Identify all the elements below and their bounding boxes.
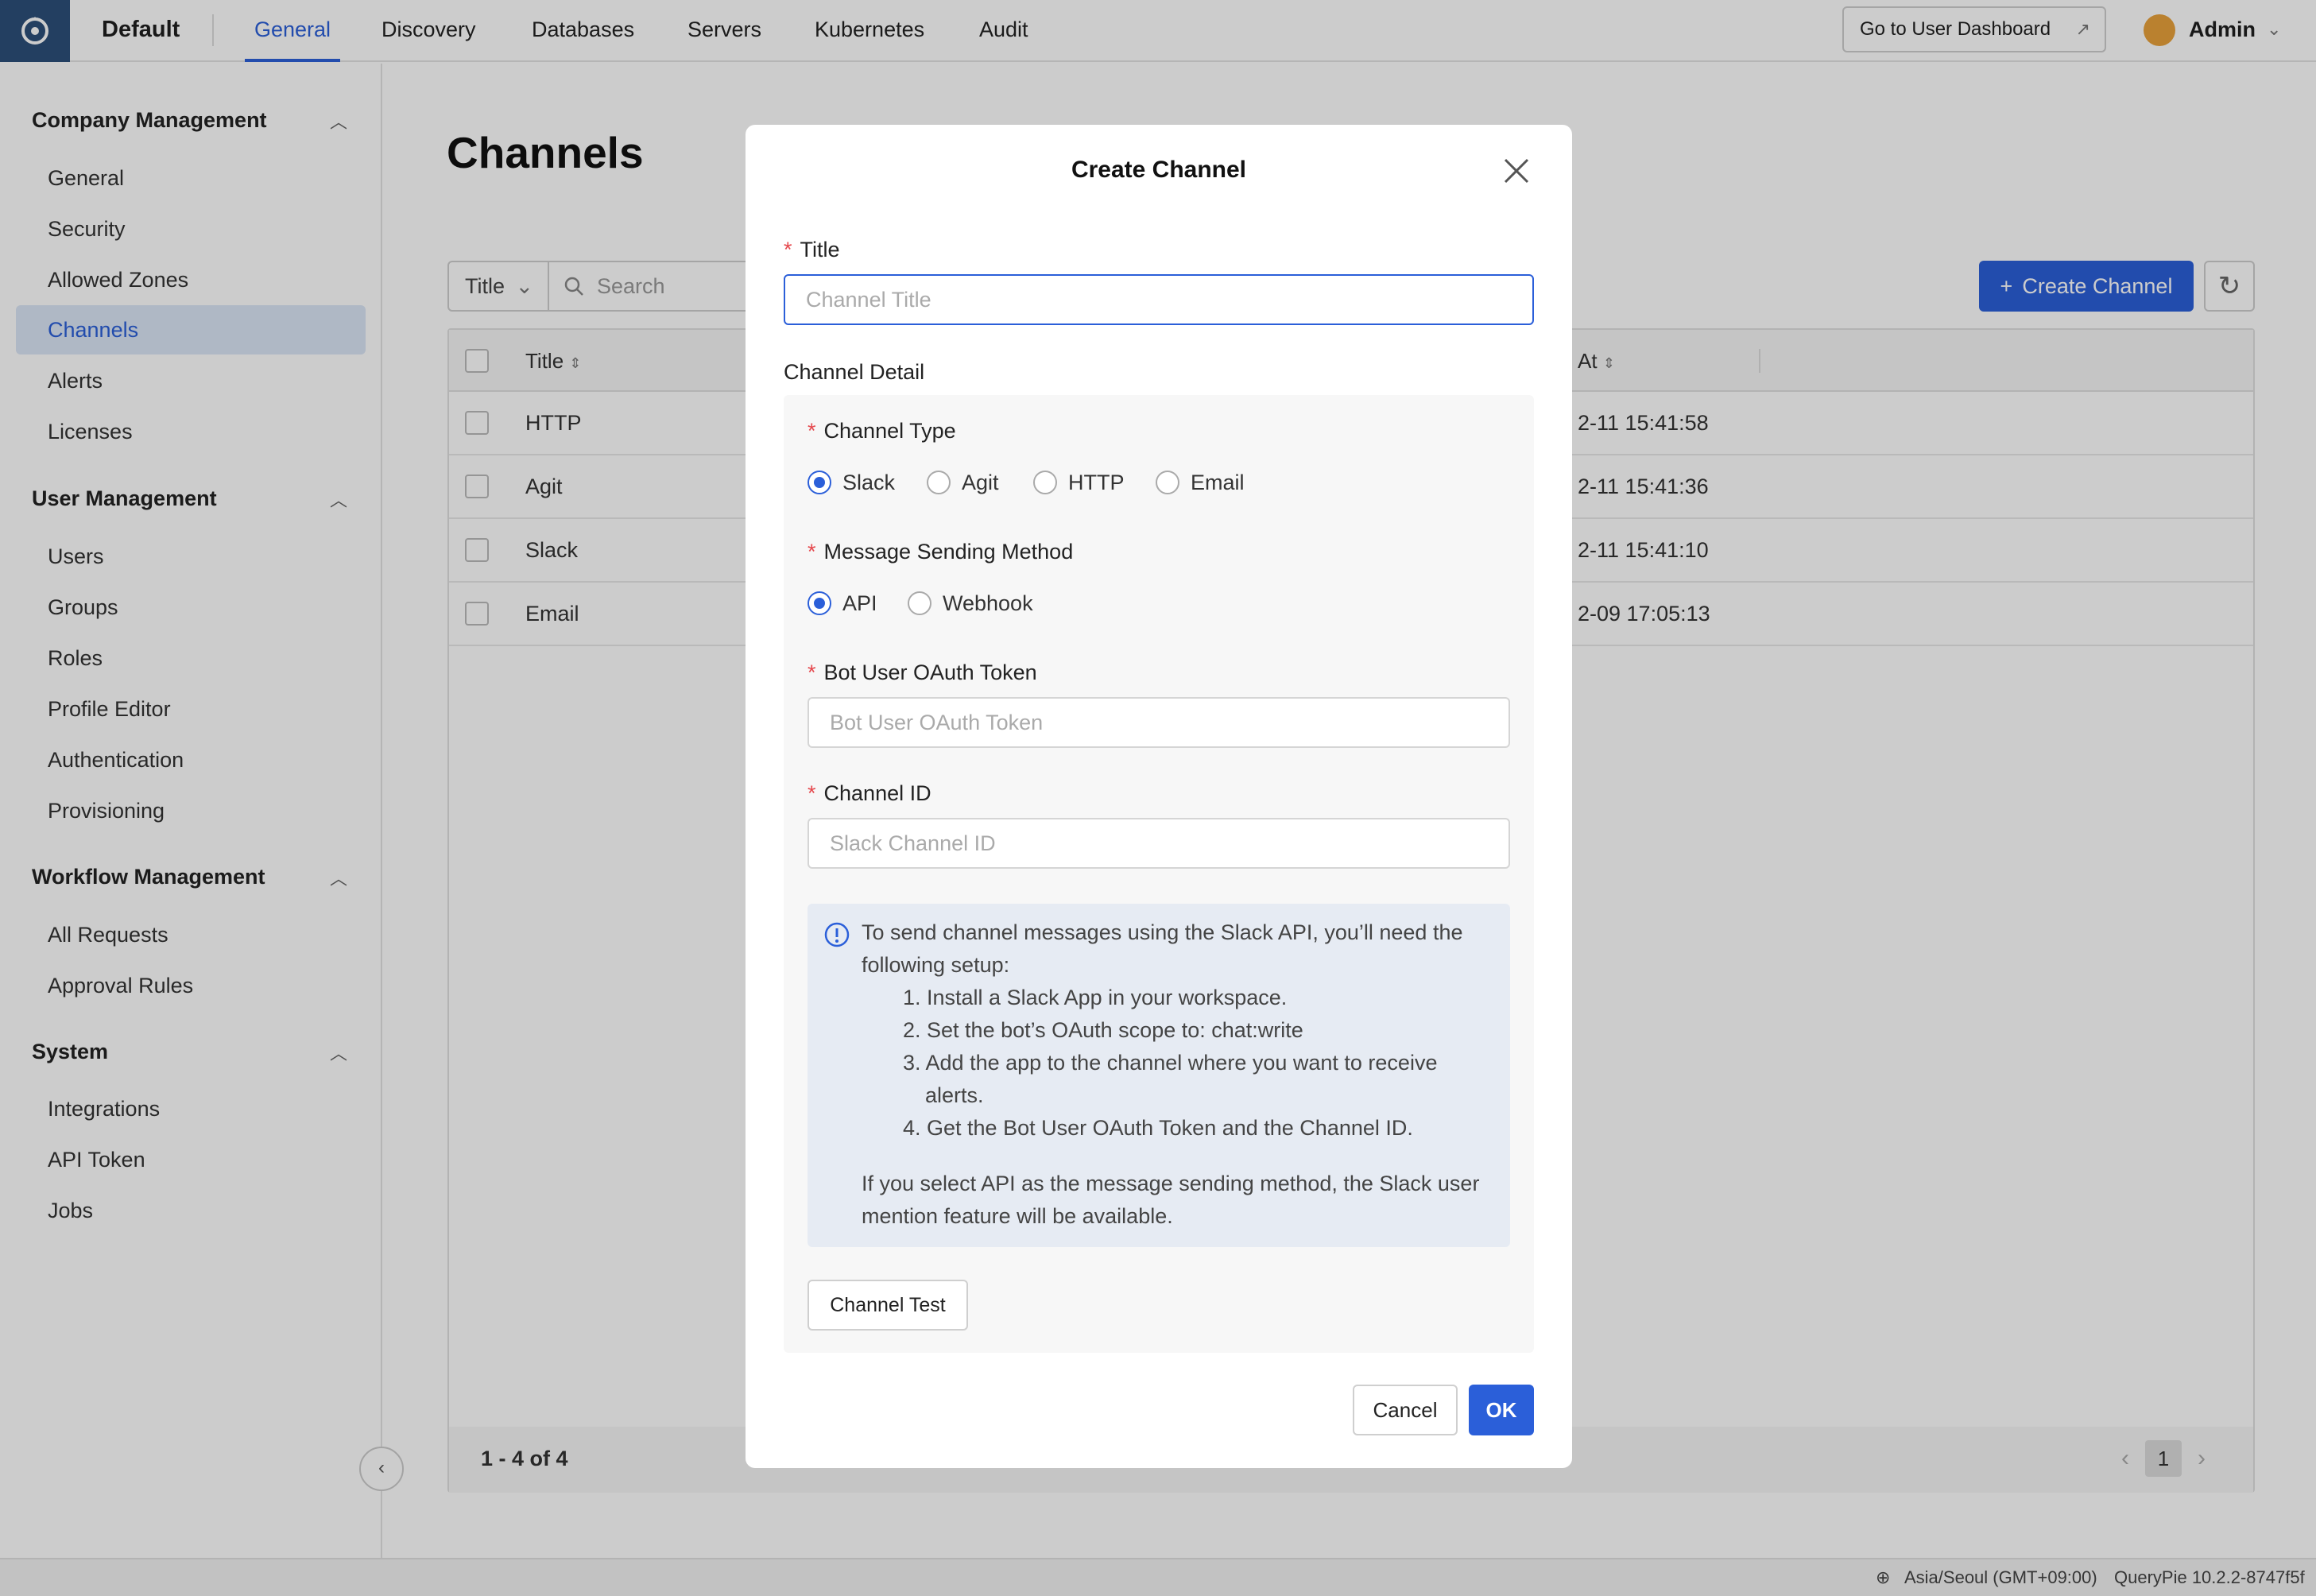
channel-type-radio-email[interactable]: Email	[1156, 467, 1245, 498]
create-channel-dialog: Create Channel *Title Channel Title Chan…	[746, 125, 1572, 1468]
channel-id-input[interactable]: Slack Channel ID	[808, 818, 1510, 869]
info-note-line-2: mention feature will be available.	[862, 1200, 1173, 1233]
bot-token-input[interactable]: Bot User OAuth Token	[808, 697, 1510, 748]
channel-type-radio-http[interactable]: HTTP	[1033, 467, 1125, 498]
radio-checked-icon	[808, 471, 831, 494]
info-icon	[823, 921, 850, 948]
channel-type-label: *Channel Type	[808, 419, 956, 444]
method-radio-webhook[interactable]: Webhook	[908, 587, 1033, 619]
channel-id-label: *Channel ID	[808, 781, 931, 806]
info-step-3: 3. Add the app to the channel where you …	[903, 1047, 1437, 1079]
bot-token-label: *Bot User OAuth Token	[808, 660, 1037, 685]
channel-title-input[interactable]: Channel Title	[784, 274, 1534, 325]
radio-icon	[908, 591, 931, 615]
message-sending-method-label: *Message Sending Method	[808, 540, 1073, 564]
radio-icon	[1033, 471, 1057, 494]
channel-type-radio-agit[interactable]: Agit	[927, 467, 999, 498]
cancel-button[interactable]: Cancel	[1353, 1385, 1458, 1435]
channel-test-button[interactable]: Channel Test	[808, 1280, 968, 1331]
info-intro-line-1: To send channel messages using the Slack…	[862, 916, 1462, 949]
info-step-4: 4. Get the Bot User OAuth Token and the …	[903, 1112, 1413, 1145]
info-step-3-cont: alerts.	[925, 1079, 984, 1112]
ok-button[interactable]: OK	[1469, 1385, 1534, 1435]
slack-setup-info-box: To send channel messages using the Slack…	[808, 904, 1510, 1247]
channel-detail-label: Channel Detail	[784, 360, 924, 385]
title-label: *Title	[784, 238, 840, 262]
radio-icon	[1156, 471, 1179, 494]
method-radio-api[interactable]: API	[808, 587, 877, 619]
close-icon[interactable]	[1502, 157, 1531, 185]
radio-icon	[927, 471, 951, 494]
info-step-2: 2. Set the bot’s OAuth scope to: chat:wr…	[903, 1014, 1303, 1047]
info-note-line-1: If you select API as the message sending…	[862, 1168, 1479, 1200]
dialog-title: Create Channel	[746, 157, 1572, 184]
info-intro-line-2: following setup:	[862, 949, 1009, 982]
info-step-1: 1. Install a Slack App in your workspace…	[903, 982, 1287, 1014]
radio-checked-icon	[808, 591, 831, 615]
channel-type-radio-slack[interactable]: Slack	[808, 467, 895, 498]
channel-detail-panel: *Channel Type Slack Agit HTTP Email *Mes…	[784, 395, 1534, 1353]
